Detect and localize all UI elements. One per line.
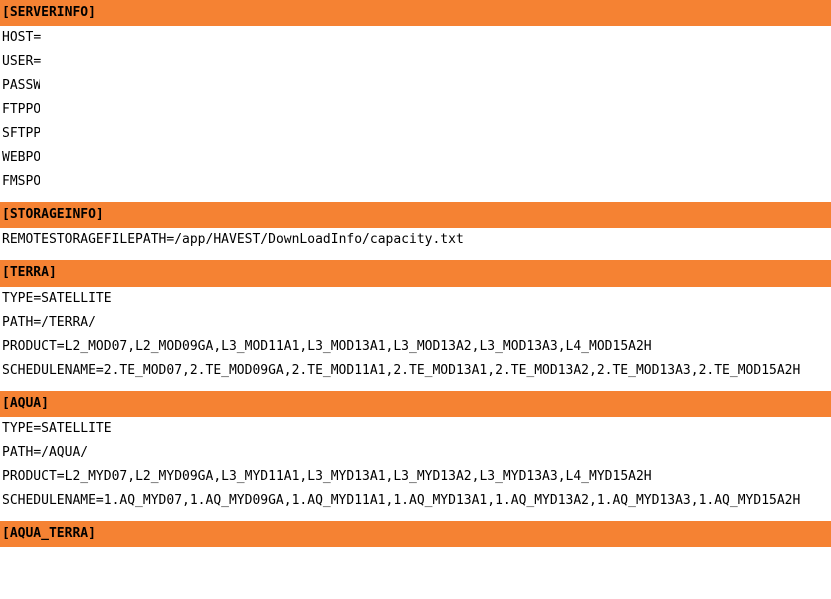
equals-sign: = bbox=[33, 445, 41, 460]
config-key: PATH bbox=[2, 315, 33, 330]
config-value: /TERRA/ bbox=[41, 315, 96, 330]
config-key: SCHEDULENAME bbox=[2, 493, 96, 508]
config-value: /AQUA/ bbox=[41, 445, 88, 460]
config-line: WEBPO bbox=[0, 146, 831, 170]
config-key: TYPE bbox=[2, 421, 33, 436]
config-file-view: [SERVERINFO]HOST=USER=PASSWFTPPOSFTPPWEB… bbox=[0, 0, 831, 547]
config-key: FMSPO bbox=[2, 170, 40, 194]
config-key: SCHEDULENAME bbox=[2, 363, 96, 378]
config-line: PRODUCT=L2_MOD07,L2_MOD09GA,L3_MOD11A1,L… bbox=[0, 335, 831, 359]
equals-sign: = bbox=[96, 363, 104, 378]
config-line: PATH=/TERRA/ bbox=[0, 311, 831, 335]
section-spacer bbox=[0, 252, 831, 258]
section-storageinfo: [STORAGEINFO]REMOTESTORAGEFILEPATH=/app/… bbox=[0, 194, 831, 252]
config-value: 2.TE_MOD07,2.TE_MOD09GA,2.TE_MOD11A1,2.T… bbox=[104, 363, 801, 378]
config-value: SATELLITE bbox=[41, 421, 111, 436]
config-line: PRODUCT=L2_MYD07,L2_MYD09GA,L3_MYD11A1,L… bbox=[0, 465, 831, 489]
section-spacer bbox=[0, 194, 831, 200]
config-line: FTPPO bbox=[0, 98, 831, 122]
config-key: TYPE bbox=[2, 291, 33, 306]
config-key: USER bbox=[2, 54, 33, 69]
config-line: REMOTESTORAGEFILEPATH=/app/HAVEST/DownLo… bbox=[0, 228, 831, 252]
section-spacer bbox=[0, 513, 831, 519]
equals-sign: = bbox=[57, 469, 65, 484]
config-value: L2_MYD07,L2_MYD09GA,L3_MYD11A1,L3_MYD13A… bbox=[65, 469, 652, 484]
config-line: SCHEDULENAME=2.TE_MOD07,2.TE_MOD09GA,2.T… bbox=[0, 359, 831, 383]
config-key: SFTPP bbox=[2, 122, 40, 146]
config-key: PRODUCT bbox=[2, 339, 57, 354]
config-value: L2_MOD07,L2_MOD09GA,L3_MOD11A1,L3_MOD13A… bbox=[65, 339, 652, 354]
section-aqua_terra: [AQUA_TERRA] bbox=[0, 513, 831, 547]
equals-sign: = bbox=[33, 54, 41, 69]
config-key: FTPPO bbox=[2, 98, 40, 122]
config-line: SCHEDULENAME=1.AQ_MYD07,1.AQ_MYD09GA,1.A… bbox=[0, 489, 831, 513]
config-line: PATH=/AQUA/ bbox=[0, 441, 831, 465]
equals-sign: = bbox=[33, 30, 41, 45]
equals-sign: = bbox=[96, 493, 104, 508]
section-header-aqua_terra: [AQUA_TERRA] bbox=[0, 521, 831, 547]
config-line: SFTPP bbox=[0, 122, 831, 146]
section-serverinfo: [SERVERINFO]HOST=USER=PASSWFTPPOSFTPPWEB… bbox=[0, 0, 831, 194]
section-header-storageinfo: [STORAGEINFO] bbox=[0, 202, 831, 228]
config-key: HOST bbox=[2, 30, 33, 45]
config-line: PASSW bbox=[0, 74, 831, 98]
section-header-aqua: [AQUA] bbox=[0, 391, 831, 417]
config-value: SATELLITE bbox=[41, 291, 111, 306]
config-key: PATH bbox=[2, 445, 33, 460]
equals-sign: = bbox=[33, 315, 41, 330]
config-value: /app/HAVEST/DownLoadInfo/capacity.txt bbox=[174, 232, 464, 247]
config-key: PRODUCT bbox=[2, 469, 57, 484]
section-header-terra: [TERRA] bbox=[0, 260, 831, 286]
equals-sign: = bbox=[33, 291, 41, 306]
section-spacer bbox=[0, 383, 831, 389]
config-key: REMOTESTORAGEFILEPATH bbox=[2, 232, 166, 247]
config-line: TYPE=SATELLITE bbox=[0, 417, 831, 441]
config-key: WEBPO bbox=[2, 146, 40, 170]
config-value: 1.AQ_MYD07,1.AQ_MYD09GA,1.AQ_MYD11A1,1.A… bbox=[104, 493, 801, 508]
section-aqua: [AQUA]TYPE=SATELLITEPATH=/AQUA/PRODUCT=L… bbox=[0, 383, 831, 513]
section-terra: [TERRA]TYPE=SATELLITEPATH=/TERRA/PRODUCT… bbox=[0, 252, 831, 382]
config-line: HOST= bbox=[0, 26, 831, 50]
config-line: TYPE=SATELLITE bbox=[0, 287, 831, 311]
config-line: USER= bbox=[0, 50, 831, 74]
equals-sign: = bbox=[33, 421, 41, 436]
config-key: PASSW bbox=[2, 74, 40, 98]
section-header-serverinfo: [SERVERINFO] bbox=[0, 0, 831, 26]
config-line: FMSPO bbox=[0, 170, 831, 194]
equals-sign: = bbox=[57, 339, 65, 354]
